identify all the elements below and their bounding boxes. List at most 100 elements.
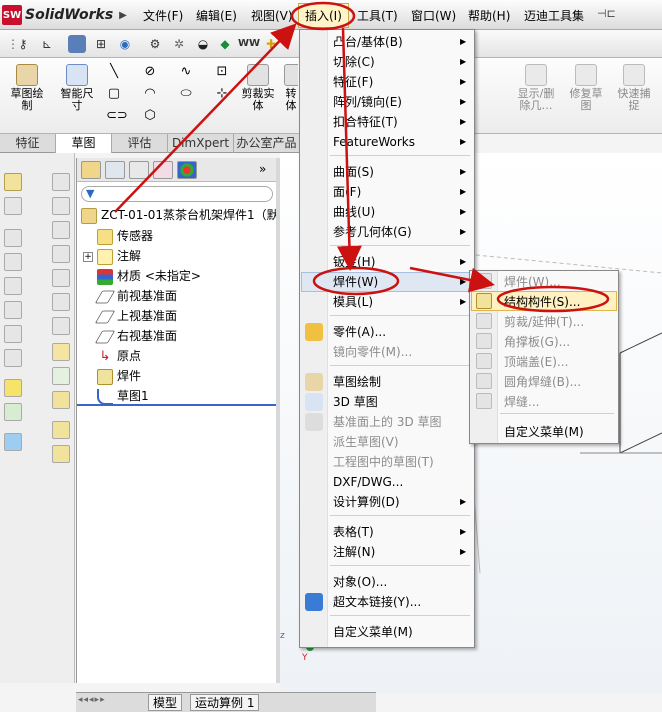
tree-icon[interactable]: ⊞ [92,35,110,53]
line-icon[interactable]: ╲ [106,64,122,80]
menu-file[interactable]: 文件(F) [143,7,183,24]
menu-insert[interactable]: 插入(I) [298,3,349,28]
tab-scroll-arrows-icon[interactable]: ◂◂◂▸▸ [78,695,106,705]
convert-entities-button[interactable]: 转 体 [284,64,298,112]
globe-icon[interactable]: ◉ [116,35,134,53]
quick-snaps-button[interactable]: 快速捕 捉 [612,64,656,112]
insert-menu-item[interactable]: 表格(T) [333,523,374,541]
insert-menu-item[interactable]: 注解(N) [333,543,375,561]
insert-menu-item[interactable]: 派生草图(V) [333,433,399,451]
marker-icon[interactable]: ◆ [216,35,234,53]
dimxpert-tab-icon[interactable] [153,161,173,179]
insert-menu-item[interactable]: 面(F) [333,183,361,201]
weldment-submenu-item[interactable]: 顶端盖(E)... [504,353,568,371]
extrude-icon[interactable] [4,173,22,191]
expand-icon[interactable]: + [83,251,93,262]
insert-menu-item[interactable]: 曲面(S) [333,163,374,181]
reference-icon[interactable] [4,379,22,397]
display-delete-relations-button[interactable]: 显示/删 除几… [514,64,558,112]
loft-icon[interactable] [4,277,22,295]
tree-item-front-plane[interactable]: 前视基准面 [94,286,177,306]
insert-menu-item[interactable]: 设计算例(D) [333,493,400,511]
gear-icon[interactable]: ⚙ [146,35,164,53]
tree-root[interactable]: ZCT-01-01蒸茶台机架焊件1（默 [81,205,279,225]
tree-item-sketch1[interactable]: 草图1 [97,386,149,406]
centerline-icon[interactable]: ⊹ [214,86,230,102]
tool2-i-icon[interactable] [52,367,70,385]
tab-evaluate[interactable]: 评估 [112,134,168,153]
spring-icon[interactable]: WW [238,35,260,53]
shell-icon[interactable] [4,301,22,319]
tool2-k-icon[interactable] [52,421,70,439]
pin-icon[interactable]: ⊣⊏ [597,7,616,20]
tool2-b-icon[interactable] [52,197,70,215]
key-icon[interactable]: ⚷ [14,35,32,53]
point-icon[interactable]: ⊡ [214,64,230,80]
menu-window[interactable]: 窗口(W) [411,7,456,24]
tool2-h-icon[interactable] [52,343,70,361]
menu-edit[interactable]: 编辑(E) [196,7,237,24]
insert-menu-item[interactable]: 零件(A)... [333,323,386,341]
menu-help[interactable]: 帮助(H) [468,7,510,24]
tab-model[interactable]: 模型 [148,694,183,711]
configuration-tab-icon[interactable] [129,161,149,179]
insert-menu-item[interactable]: DXF/DWG... [333,473,403,491]
insert-menu-item[interactable]: 草图绘制 [333,373,381,391]
insert-menu-item[interactable]: 参考几何体(G) [333,223,412,241]
revolve-icon[interactable] [4,229,22,247]
tool2-a-icon[interactable] [52,173,70,191]
arc-icon[interactable]: ◠ [142,86,158,102]
spline-icon[interactable]: ∿ [178,64,194,80]
tree-item-top-plane[interactable]: 上视基准面 [94,306,177,326]
property-manager-tab-icon[interactable] [105,161,125,179]
tree-item-right-plane[interactable]: 右视基准面 [94,326,177,346]
cog-icon[interactable]: ✲ [170,35,188,53]
insert-menu-item[interactable]: 曲线(U) [333,203,375,221]
weldment-submenu-item[interactable]: 圆角焊缝(B)... [504,373,581,391]
menu-maidi-tools[interactable]: 迈迪工具集 [524,7,584,24]
tool2-f-icon[interactable] [52,293,70,311]
rectangle-icon[interactable]: ▢ [106,86,122,102]
insert-menu-item[interactable]: 对象(O)... [333,573,387,591]
tree-item-weldment[interactable]: 焊件 [97,366,141,386]
app-logo[interactable]: SW SolidWorks ▶ [2,4,127,26]
tree-item-sensors[interactable]: 传感器 [97,226,153,246]
tool2-d-icon[interactable] [52,245,70,263]
insert-menu-item[interactable]: 阵列/镜向(E) [333,93,402,111]
circle-icon[interactable]: ⊘ [142,64,158,80]
double-chevron-icon[interactable]: » [259,162,266,176]
cut-icon[interactable] [4,197,22,215]
tree-item-origin[interactable]: ↳ 原点 [97,346,141,366]
weldment-submenu-item[interactable]: 结构构件(S)... [504,293,580,311]
insert-menu-item[interactable]: FeatureWorks [333,133,415,151]
insert-menu-item[interactable]: 切除(C) [333,53,375,71]
insert-menu-item[interactable]: 钣金(H) [333,253,375,271]
insert-menu-item[interactable]: 模具(L) [333,293,373,311]
weldment-submenu-item[interactable]: 角撑板(G)... [504,333,570,351]
insert-menu-item[interactable]: 自定义菜单(M) [333,623,413,641]
insert-menu-item[interactable]: 工程图中的草图(T) [333,453,434,471]
smart-dimension-button[interactable]: 智能尺 寸 [56,64,98,112]
weldment-submenu-item[interactable]: 焊缝... [504,393,539,411]
tree-filter-input[interactable]: ▼ [81,186,273,202]
weldment-submenu-item[interactable]: 剪裁/延伸(T)... [504,313,584,331]
insert-menu-item[interactable]: 镜向零件(M)... [333,343,412,361]
polygon-icon[interactable]: ⬡ [142,108,158,124]
ruler-icon[interactable]: ⊾ [38,35,56,53]
tool2-l-icon[interactable] [52,445,70,463]
tab-motion-study[interactable]: 运动算例 1 [190,694,260,711]
tree-item-material[interactable]: 材质 <未指定> [97,266,201,286]
plug-icon[interactable]: ✚ [262,35,280,53]
insert-menu-item[interactable]: 超文本链接(Y)... [333,593,421,611]
repair-sketch-button[interactable]: 修复草 图 [566,64,606,112]
bowl-icon[interactable]: ◒ [194,35,212,53]
chevron-right-icon[interactable]: ▶ [119,10,127,21]
pattern-icon[interactable] [4,349,22,367]
insert-menu-item[interactable]: 扣合特征(T) [333,113,398,131]
sketch-button[interactable]: 草图绘 制 [6,64,48,112]
tool2-e-icon[interactable] [52,269,70,287]
display-icon[interactable] [68,35,86,53]
tab-office-products[interactable]: 办公室产品 [234,134,300,153]
rollback-bar[interactable] [77,404,277,406]
trim-entities-button[interactable]: 剪裁实 体 [240,64,276,112]
